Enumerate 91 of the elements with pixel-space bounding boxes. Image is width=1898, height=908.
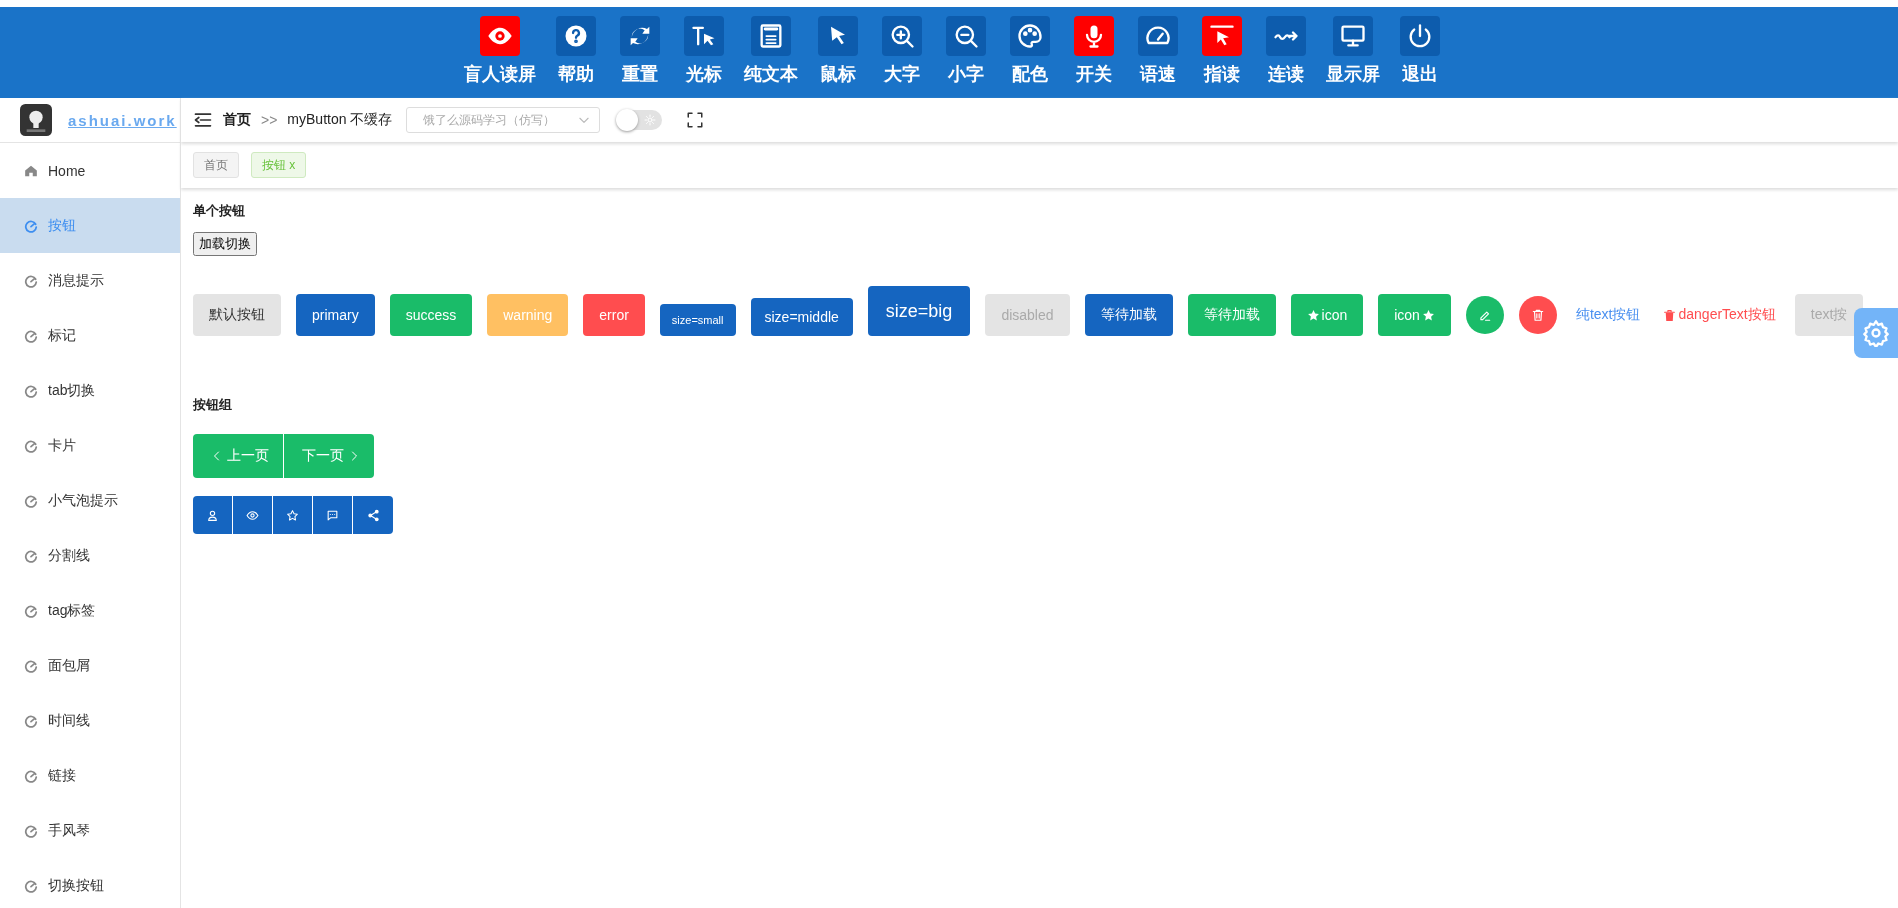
sidebar-item[interactable]: 分割线 xyxy=(0,528,180,583)
sidebar-item[interactable]: 标记 xyxy=(0,308,180,363)
gauge-icon xyxy=(24,823,38,838)
section-title: 按钮组 xyxy=(193,396,233,414)
icon-button[interactable] xyxy=(353,496,393,534)
trash-icon xyxy=(1663,308,1677,322)
button[interactable]: success xyxy=(389,294,473,336)
toolbar-button[interactable]: 纯文本 xyxy=(740,7,802,86)
toolbar-button[interactable]: 语速 xyxy=(1130,7,1186,86)
user-icon xyxy=(206,508,219,522)
next-button[interactable]: 下一页 xyxy=(284,434,374,478)
button[interactable]: error xyxy=(583,294,645,336)
button[interactable]: size=small xyxy=(659,304,736,336)
fullscreen-icon xyxy=(686,111,705,129)
star-icon xyxy=(1421,308,1435,322)
gauge-icon xyxy=(24,273,38,288)
gauge-icon xyxy=(24,493,38,508)
button[interactable]: 默认按钮 xyxy=(193,294,281,336)
sun-icon xyxy=(644,114,657,126)
toolbar-button[interactable]: 连读 xyxy=(1258,7,1314,86)
toolbar-button[interactable]: 退出 xyxy=(1392,7,1448,86)
button[interactable]: primary xyxy=(296,294,375,336)
button[interactable]: icon xyxy=(1290,294,1364,336)
text-button[interactable]: dangerText按钮 xyxy=(1659,294,1780,336)
sidebar-item[interactable]: 时间线 xyxy=(0,693,180,748)
gauge-icon xyxy=(24,328,38,343)
gauge-icon xyxy=(24,878,38,893)
sidebar-item[interactable]: tag标签 xyxy=(0,583,180,638)
star-icon xyxy=(1306,308,1320,322)
sidebar-item[interactable]: Home xyxy=(0,143,180,198)
text-button[interactable]: 纯text按钮 xyxy=(1571,294,1645,336)
settings-icon xyxy=(1862,319,1890,347)
sidebar-item[interactable]: tab切换 xyxy=(0,363,180,418)
logo-icon xyxy=(20,104,52,136)
delete-button[interactable] xyxy=(1518,296,1557,334)
sidebar-item[interactable]: 卡片 xyxy=(0,418,180,473)
sidebar-item[interactable]: 切换按钮 xyxy=(0,858,180,908)
site-name[interactable]: ashuai.work xyxy=(68,111,177,129)
toolbar-button[interactable]: 配色 xyxy=(1002,7,1058,86)
prev-button[interactable]: 上一页 xyxy=(193,434,284,478)
gauge-icon xyxy=(24,713,38,728)
toolbar-button[interactable]: 显示屏 xyxy=(1322,7,1384,86)
icon-button[interactable] xyxy=(193,496,233,534)
theme-switch[interactable] xyxy=(618,110,663,130)
button[interactable]: 等待加载 xyxy=(1187,294,1276,336)
toolbar-button[interactable]: 指读 xyxy=(1194,7,1250,86)
sidebar-item[interactable]: 小气泡提示 xyxy=(0,473,180,528)
eye-icon xyxy=(246,508,259,522)
button[interactable]: size=big xyxy=(867,286,971,336)
trash-icon xyxy=(1530,308,1545,322)
toolbar-button[interactable]: 光标 xyxy=(676,7,732,86)
toolbar-button[interactable]: 帮助 xyxy=(548,7,604,86)
palette-icon xyxy=(1016,22,1044,50)
tab[interactable]: 首页 xyxy=(193,152,239,178)
breadcrumb-current: myButton 不缓存 xyxy=(287,111,393,129)
toolbar-button[interactable]: 大字 xyxy=(874,7,930,86)
toolbar-button[interactable]: 小字 xyxy=(938,7,994,86)
message-icon xyxy=(326,508,339,522)
gauge-icon xyxy=(24,768,38,783)
toolbar-button[interactable]: 开关 xyxy=(1066,7,1122,86)
section-title: 单个按钮 xyxy=(193,202,246,220)
breadcrumb-link[interactable]: 首页 xyxy=(223,111,251,129)
edit-button[interactable] xyxy=(1465,296,1504,334)
gauge-icon xyxy=(24,603,38,618)
gauge-icon xyxy=(24,548,38,563)
menu-icon xyxy=(193,110,213,130)
sidebar-item[interactable]: 按钮 xyxy=(0,198,180,253)
icon-button[interactable] xyxy=(273,496,313,534)
select-field[interactable]: 饿了么源码学习（仿写） xyxy=(406,107,601,133)
share-icon xyxy=(366,508,380,522)
icon-button[interactable] xyxy=(313,496,353,534)
sidebar-item[interactable]: 手风琴 xyxy=(0,803,180,858)
toolbar-button[interactable]: 鼠标 xyxy=(810,7,866,86)
home-icon xyxy=(24,163,38,178)
sidebar-item[interactable]: 链接 xyxy=(0,748,180,803)
pencil-icon xyxy=(1477,308,1492,322)
button[interactable]: icon xyxy=(1378,294,1451,336)
gauge-icon xyxy=(24,438,38,453)
toggle-button[interactable]: 加载切换 xyxy=(193,232,257,256)
icon-button[interactable] xyxy=(233,496,273,534)
gauge-icon xyxy=(24,658,38,673)
button[interactable]: size=middle xyxy=(750,298,853,336)
sidebar-item[interactable]: 面包屑 xyxy=(0,638,180,693)
gauge-icon xyxy=(24,218,38,233)
button[interactable]: 等待加载 xyxy=(1084,294,1173,336)
star-icon xyxy=(286,508,299,522)
sidebar-item[interactable]: 消息提示 xyxy=(0,253,180,308)
toolbar-button[interactable]: 重置 xyxy=(612,7,668,86)
toolbar-button[interactable]: 盲人读屏 xyxy=(460,7,540,86)
gauge-icon xyxy=(24,383,38,398)
breadcrumb-separator: >> xyxy=(261,112,278,128)
